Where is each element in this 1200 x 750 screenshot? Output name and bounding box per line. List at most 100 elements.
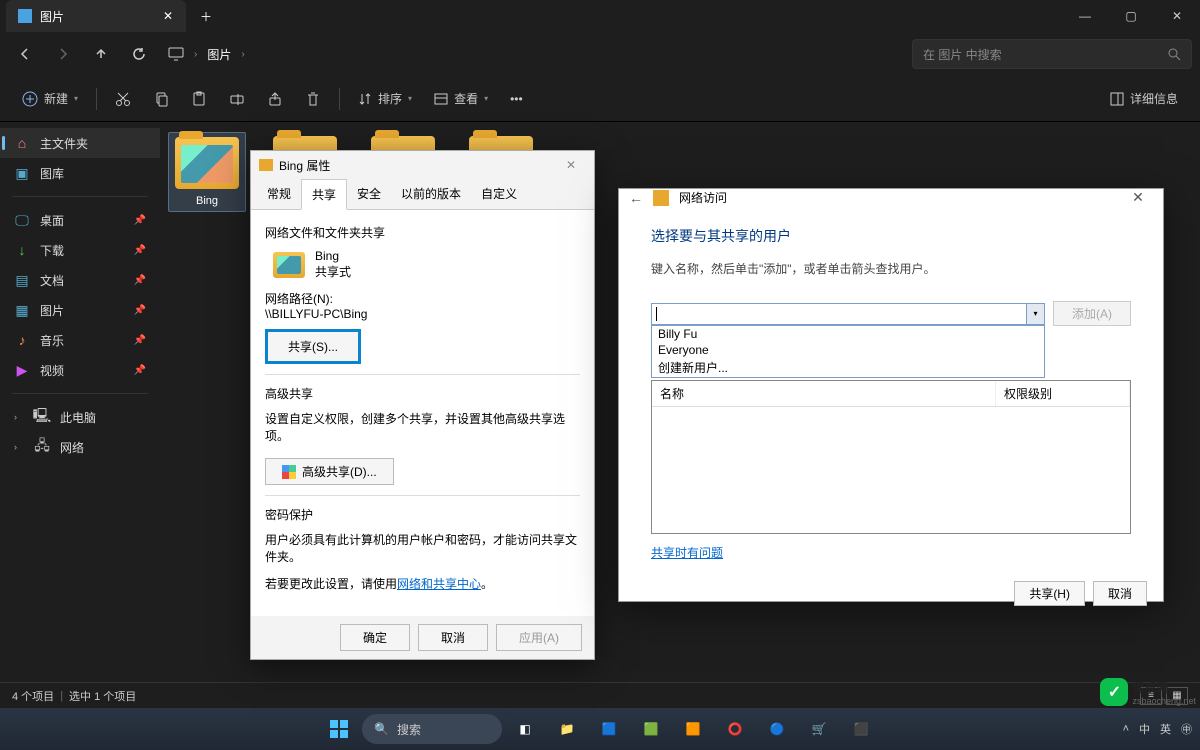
desktop-icon: 🖵 [14,212,30,228]
network-center-link[interactable]: 网络和共享中心 [397,577,481,591]
group-title: 高级共享 [265,385,580,402]
close-window-button[interactable]: ✕ [1154,0,1200,32]
taskbar-app[interactable]: 🛒 [800,710,838,748]
address-bar[interactable]: › 图片 › [168,46,908,63]
start-button[interactable] [320,710,358,748]
sidebar-item-thispc[interactable]: ›🖳此电脑 [0,402,160,432]
taskbar-app[interactable]: 🟦 [590,710,628,748]
ime-indicator[interactable]: 英 [1160,721,1171,737]
sidebar-item-downloads[interactable]: ↓下载📌 [0,235,160,265]
chevron-right-icon: › [194,49,197,60]
dropdown-option[interactable]: 创建新用户... [652,358,1044,377]
up-button[interactable] [84,37,118,71]
task-view-button[interactable]: ◧ [506,710,544,748]
cancel-button[interactable]: 取消 [1093,581,1147,606]
dropdown-option[interactable]: Billy Fu [652,326,1044,342]
view-button[interactable]: 查看 ▾ [426,83,496,115]
share-button[interactable] [259,83,291,115]
share-button[interactable]: 共享(S)... [265,329,361,364]
ime-indicator[interactable]: 中 [1139,721,1150,737]
folder-item-bing[interactable]: Bing [168,132,246,212]
new-button[interactable]: 新建 ▾ [14,83,86,115]
system-tray[interactable]: ˄ 中 英 ㊥ [1123,721,1192,737]
maximize-button[interactable]: ▢ [1108,0,1154,32]
breadcrumb-segment[interactable]: 图片 [207,46,231,63]
document-icon: ▤ [14,272,30,288]
column-header-permission[interactable]: 权限级别 [996,381,1130,406]
refresh-button[interactable] [122,37,156,71]
sidebar-item-music[interactable]: ♪音乐📌 [0,325,160,355]
forward-button[interactable] [46,37,80,71]
sidebar-item-desktop[interactable]: 🖵桌面📌 [0,205,160,235]
ime-icon[interactable]: ㊥ [1181,721,1192,737]
delete-button[interactable] [297,83,329,115]
sort-button[interactable]: 排序 ▾ [350,83,420,115]
dialog-footer: 确定 取消 应用(A) [251,616,594,659]
chevron-up-icon[interactable]: ˄ [1123,723,1129,735]
share-status-label: 共享式 [315,263,351,280]
new-tab-button[interactable]: ＋ [192,2,220,30]
more-button[interactable]: ••• [502,83,531,115]
back-button[interactable]: ← [629,190,643,206]
taskbar-app[interactable]: 📁 [548,710,586,748]
add-button[interactable]: 添加(A) [1053,301,1131,326]
user-combobox[interactable]: ▾ Billy Fu Everyone 创建新用户... [651,303,1045,325]
rename-button[interactable] [221,83,253,115]
close-button[interactable]: ✕ [1123,189,1153,206]
tab-sharing[interactable]: 共享 [301,179,347,210]
close-tab-icon[interactable]: ✕ [162,10,174,22]
taskbar-app[interactable]: 🟩 [632,710,670,748]
sidebar-item-documents[interactable]: ▤文档📌 [0,265,160,295]
share-icon [653,190,669,206]
sidebar-item-network[interactable]: ›🖧网络 [0,432,160,462]
sidebar-item-videos[interactable]: ▶视频📌 [0,355,160,385]
search-icon: 🔍 [374,722,389,736]
sidebar-item-pictures[interactable]: ▦图片📌 [0,295,160,325]
tab-security[interactable]: 安全 [347,179,391,209]
dialog-header: ← 网络访问 ✕ [619,189,1163,206]
share-button[interactable]: 共享(H) [1014,581,1085,606]
chevron-down-icon[interactable]: ▾ [1026,304,1044,324]
minimize-button[interactable]: — [1062,0,1108,32]
taskbar-search[interactable]: 🔍搜索 [362,714,502,744]
taskbar-app[interactable]: 🟧 [674,710,712,748]
sidebar-item-gallery[interactable]: ▣图库 [0,158,160,188]
back-button[interactable] [8,37,42,71]
tab-general[interactable]: 常规 [257,179,301,209]
dropdown-option[interactable]: Everyone [652,342,1044,358]
titlebar: 图片 ✕ ＋ — ▢ ✕ [0,0,1200,32]
properties-dialog: Bing 属性 ✕ 常规 共享 安全 以前的版本 自定义 网络文件和文件夹共享 … [250,150,595,660]
permissions-table[interactable]: 名称 权限级别 [651,380,1131,534]
taskbar-app[interactable]: 🔵 [758,710,796,748]
home-icon: ⌂ [14,135,30,151]
taskbar-app[interactable]: ⭕ [716,710,754,748]
dialog-titlebar[interactable]: Bing 属性 ✕ [251,151,594,179]
ok-button[interactable]: 确定 [340,624,410,651]
copy-button[interactable] [145,83,177,115]
chevron-down-icon: ▾ [408,94,412,103]
apply-button[interactable]: 应用(A) [496,624,582,651]
close-button[interactable]: ✕ [556,158,586,172]
tab-previous-versions[interactable]: 以前的版本 [391,179,471,209]
details-pane-button[interactable]: 详细信息 [1102,83,1186,115]
network-access-dialog: ← 网络访问 ✕ 选择要与其共享的用户 键入名称，然后单击"添加"，或者单击箭头… [618,188,1164,602]
troubleshoot-link[interactable]: 共享时有问题 [651,544,1131,561]
group-description: 设置自定义权限，创建多个共享，并设置其他高级共享选项。 [265,410,580,444]
tab-customize[interactable]: 自定义 [471,179,527,209]
sidebar-item-home[interactable]: ⌂主文件夹 [0,128,160,158]
network-sharing-group: 网络文件和文件夹共享 Bing 共享式 网络路径(N): \\BILLYFU-P… [265,220,580,364]
taskbar-app[interactable]: ⬛ [842,710,880,748]
search-input[interactable]: 在 图片 中搜索 [912,39,1192,69]
advanced-sharing-button[interactable]: 高级共享(D)... [265,458,394,485]
cut-button[interactable] [107,83,139,115]
paste-button[interactable] [183,83,215,115]
watermark-url: zsbaocheng.net [1132,696,1196,706]
explorer-tab[interactable]: 图片 ✕ [6,0,186,32]
dialog-title: 网络访问 [679,189,727,206]
status-bar: 4 个项目 | 选中 1 个项目 ≡ ▦ [0,682,1200,708]
column-header-name[interactable]: 名称 [652,381,996,406]
search-placeholder: 在 图片 中搜索 [923,46,1160,63]
cancel-button[interactable]: 取消 [418,624,488,651]
pin-icon: 📌 [134,215,146,226]
dialog-body: 网络文件和文件夹共享 Bing 共享式 网络路径(N): \\BILLYFU-P… [251,210,594,616]
